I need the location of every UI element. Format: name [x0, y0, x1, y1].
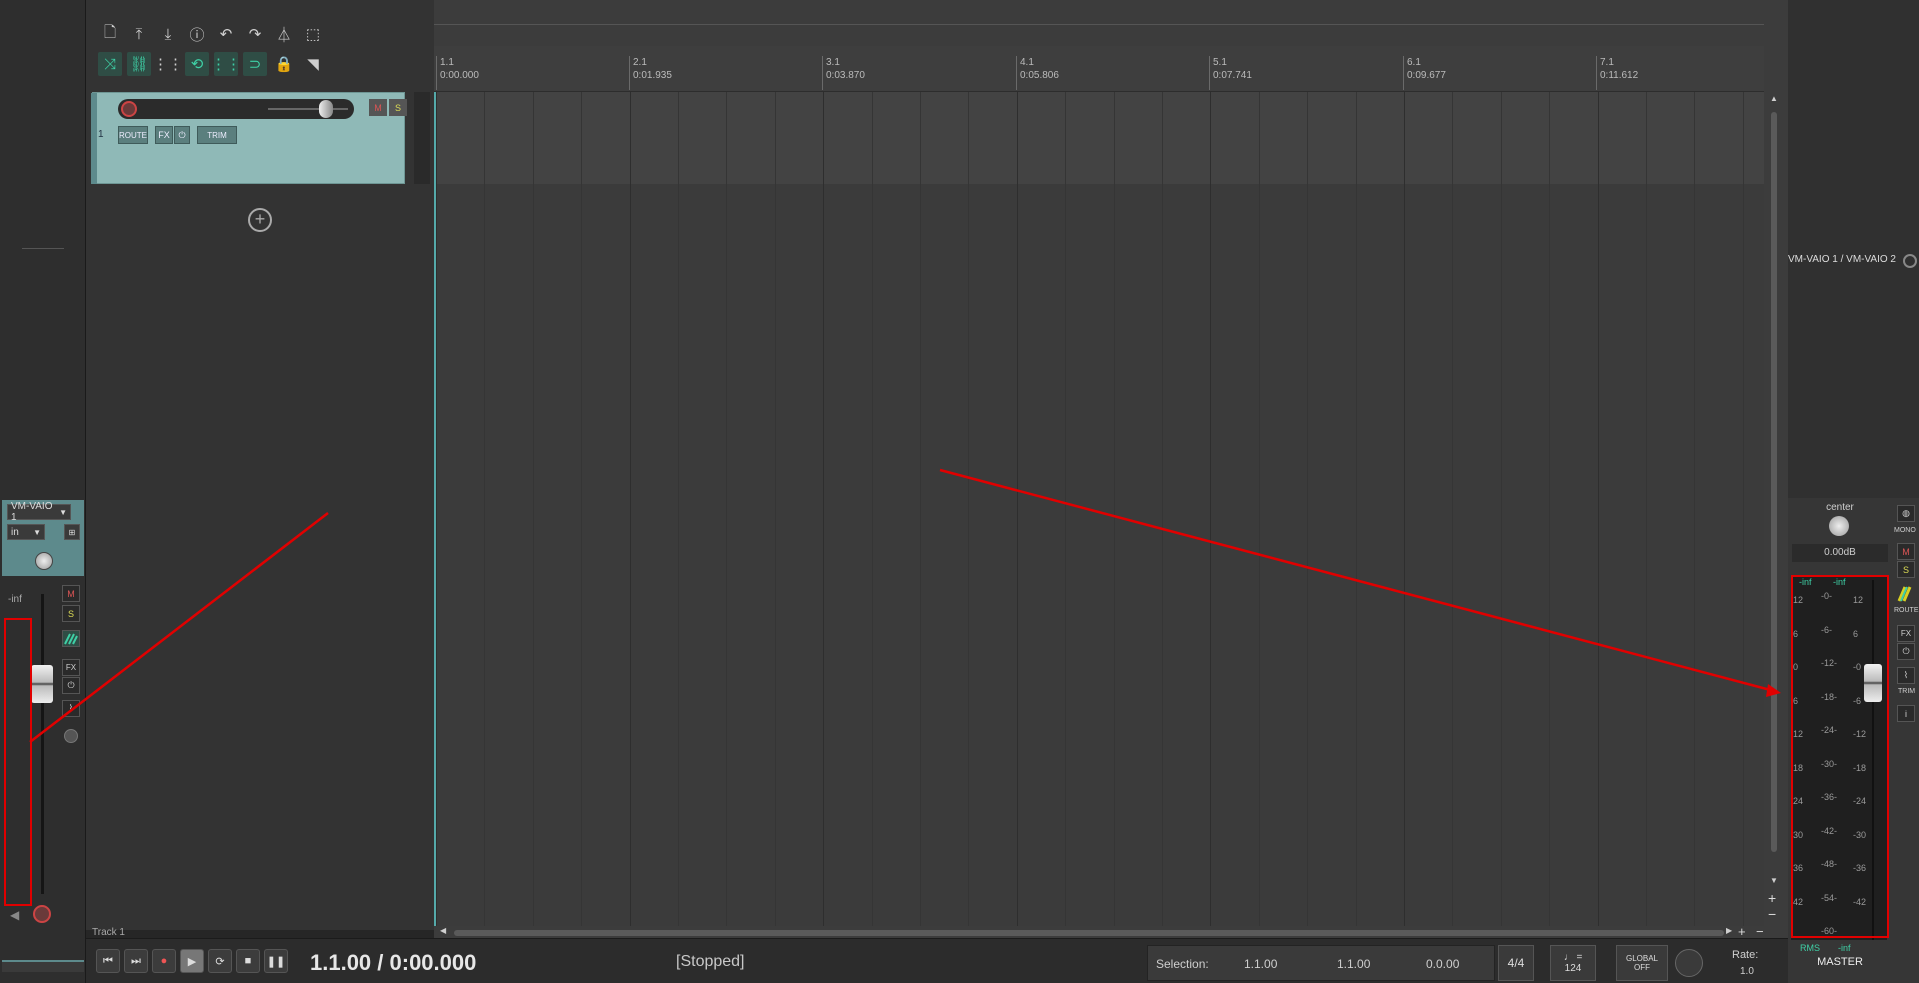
reaper-window: VM-VAIO 1 ▼ in ▼ ⊞ -inf M S FX ⏻ ⌇ ◀ 🗋 ⤒…: [0, 0, 1919, 983]
annotation-arrows: [29, 468, 1781, 743]
